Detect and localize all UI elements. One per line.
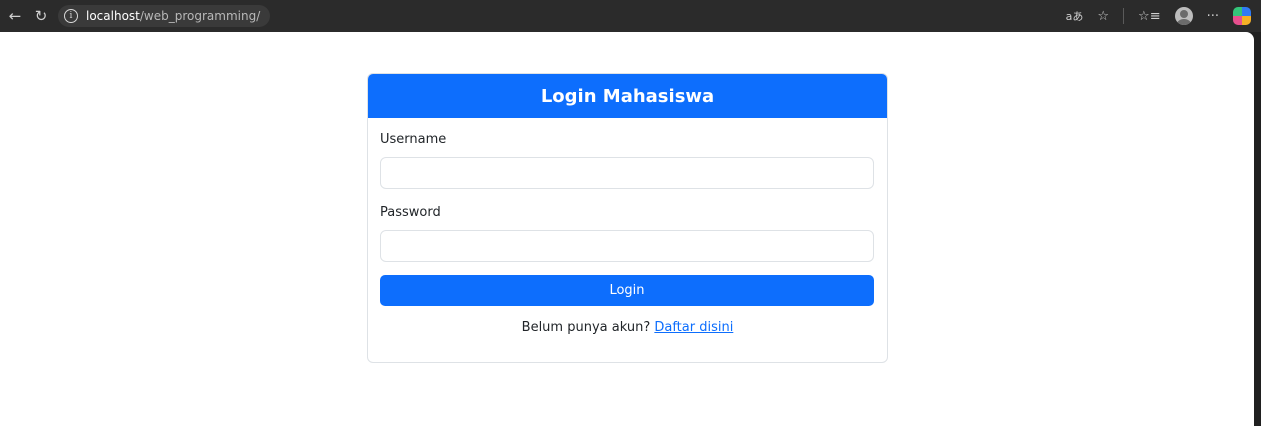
read-aloud-icon[interactable]: aあ	[1066, 8, 1084, 24]
register-prompt: Belum punya akun? Daftar disini	[380, 320, 875, 335]
favorite-star-icon[interactable]: ☆	[1097, 9, 1109, 24]
info-icon[interactable]: i	[64, 9, 78, 23]
toolbar-divider	[1123, 8, 1125, 24]
username-label: Username	[380, 132, 447, 147]
register-prompt-text: Belum punya akun?	[521, 320, 651, 335]
username-input[interactable]	[380, 157, 874, 189]
refresh-icon[interactable]: ↻	[30, 5, 52, 27]
password-input[interactable]	[380, 230, 874, 262]
register-link[interactable]: Daftar disini	[654, 320, 733, 335]
copilot-icon[interactable]	[1233, 7, 1251, 25]
page-viewport: Login Mahasiswa Username Password Login …	[0, 32, 1254, 426]
login-form: Username Password Login Belum punya akun…	[368, 118, 887, 335]
login-card: Login Mahasiswa Username Password Login …	[367, 73, 888, 363]
window-edge	[1254, 32, 1261, 426]
toolbar-right: aあ ☆ ☆≡ ···	[1066, 0, 1251, 32]
profile-avatar[interactable]	[1174, 7, 1193, 25]
browser-toolbar: ← ↻ i localhost/web_programming/ aあ ☆ ☆≡…	[0, 0, 1261, 32]
password-group: Password	[380, 205, 875, 262]
login-button[interactable]: Login	[380, 275, 874, 306]
username-group: Username	[380, 132, 875, 189]
login-title: Login Mahasiswa	[540, 85, 715, 107]
url-host: localhost	[86, 9, 140, 23]
back-arrow-icon[interactable]: ←	[4, 5, 26, 27]
address-bar[interactable]: i localhost/web_programming/	[58, 5, 271, 27]
password-label: Password	[380, 205, 441, 220]
favorites-list-icon[interactable]: ☆≡	[1138, 9, 1161, 24]
more-menu-icon[interactable]: ···	[1207, 9, 1219, 24]
login-card-header: Login Mahasiswa	[368, 74, 887, 118]
url-path: /web_programming/	[139, 9, 261, 23]
